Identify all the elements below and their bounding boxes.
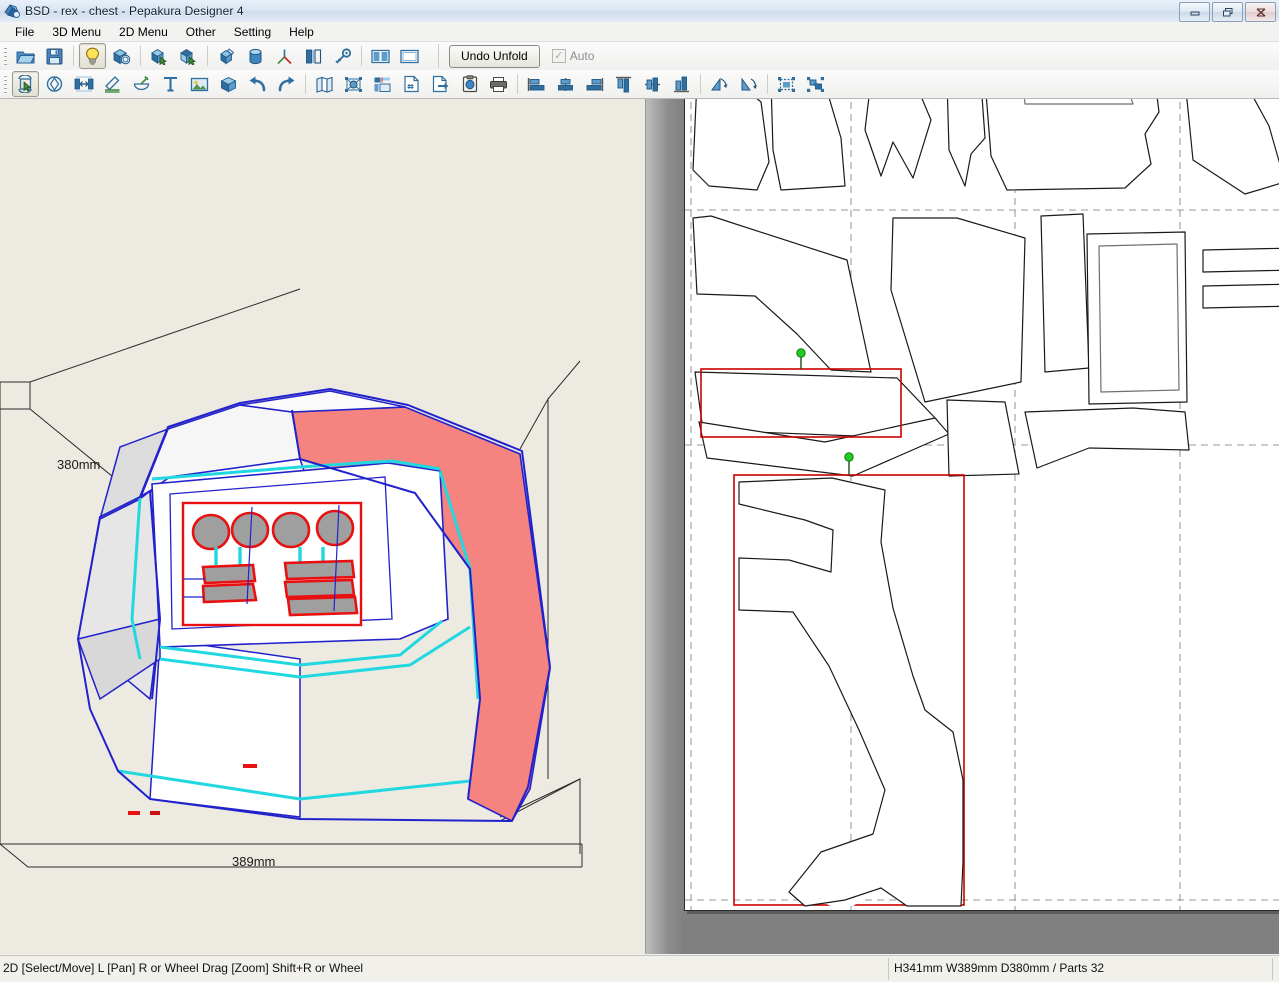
toolbar-separator — [207, 46, 208, 66]
dimension-label-width: 389mm — [232, 854, 276, 869]
join-disjoin-icon[interactable] — [70, 71, 97, 97]
toolbar-separator — [305, 74, 306, 94]
undo-icon[interactable] — [244, 71, 271, 97]
window-controls — [1179, 2, 1276, 22]
cylinder-icon[interactable] — [242, 43, 269, 69]
redo-icon[interactable] — [273, 71, 300, 97]
minimize-button[interactable] — [1179, 2, 1210, 22]
single-view-icon[interactable] — [396, 43, 423, 69]
toolbar-separator — [700, 74, 701, 94]
toolbar-grip-icon[interactable] — [2, 73, 9, 95]
menu-help[interactable]: Help — [280, 23, 323, 41]
align-right-icon[interactable] — [581, 71, 608, 97]
toolbar-separator — [517, 74, 518, 94]
pepakura-app-icon — [4, 3, 20, 19]
status-divider — [1272, 958, 1273, 980]
toolbar-separator — [140, 46, 141, 66]
text-tool-icon[interactable] — [157, 71, 184, 97]
textured-cube-icon[interactable] — [108, 43, 135, 69]
menu-bar: File 3D Menu 2D Menu Other Setting Help — [0, 22, 1279, 42]
application-window: BSD - rex - chest - Pepakura Designer 4 … — [0, 0, 1279, 982]
unfold-pattern-canvas — [685, 99, 1279, 910]
axis-icon[interactable] — [271, 43, 298, 69]
status-hint-text: 2D [Select/Move] L [Pan] R or Wheel Drag… — [3, 961, 364, 975]
toolbar-primary: Undo Unfold ✓ Auto — [0, 42, 1279, 71]
align-left-icon[interactable] — [523, 71, 550, 97]
toolbar-separator — [361, 46, 362, 66]
lightbulb-icon[interactable] — [79, 43, 106, 69]
toolbar-separator — [767, 74, 768, 94]
undo-unfold-button[interactable]: Undo Unfold — [449, 44, 540, 68]
page-number-icon[interactable] — [398, 71, 425, 97]
status-model-info: H341mm W389mm D380mm / Parts 32 — [894, 961, 1105, 975]
menu-file[interactable]: File — [6, 23, 43, 41]
layout-parts-icon[interactable] — [369, 71, 396, 97]
window-title: BSD - rex - chest - Pepakura Designer 4 — [25, 4, 244, 18]
pattern-part-large — [738, 477, 964, 907]
flip-horizontal-icon[interactable] — [706, 71, 733, 97]
3d-model-canvas — [0, 288, 583, 868]
auto-label: Auto — [569, 49, 595, 63]
export-page-icon[interactable] — [427, 71, 454, 97]
clipboard-icon[interactable] — [456, 71, 483, 97]
maximize-restore-button[interactable] — [1212, 2, 1243, 22]
pin-marker-upper — [796, 348, 806, 369]
edit-flap-icon[interactable] — [99, 71, 126, 97]
close-button[interactable] — [1245, 2, 1276, 22]
toolbar-grip-icon[interactable] — [2, 45, 9, 67]
viewport-gutter — [646, 99, 684, 954]
auto-unfold-toggle[interactable]: ✓ Auto — [551, 49, 595, 63]
pattern-part — [692, 99, 1279, 195]
menu-other[interactable]: Other — [177, 23, 225, 41]
menu-setting[interactable]: Setting — [225, 23, 280, 41]
auto-checkbox-icon[interactable]: ✓ — [551, 49, 566, 63]
toolbar-secondary — [0, 70, 1279, 99]
toolbar-separator — [73, 46, 74, 66]
mirror-panel-icon[interactable] — [300, 43, 327, 69]
dimension-label-height: 380mm — [57, 457, 101, 472]
key-lock-icon[interactable] — [329, 43, 356, 69]
image-tool-icon[interactable] — [186, 71, 213, 97]
2d-unfold-viewport[interactable] — [646, 99, 1279, 954]
status-divider — [888, 958, 889, 980]
detail-shapes-group — [181, 501, 363, 627]
align-top-icon[interactable] — [610, 71, 637, 97]
rotate-part-icon[interactable] — [41, 71, 68, 97]
align-center-icon[interactable] — [552, 71, 579, 97]
paint-cube-icon[interactable] — [213, 43, 240, 69]
paper-sheet[interactable] — [684, 99, 1279, 911]
flip-vertical-icon[interactable] — [735, 71, 762, 97]
save-disk-icon[interactable] — [41, 43, 68, 69]
cube-select-edge-icon[interactable] — [175, 43, 202, 69]
align-bottom-icon[interactable] — [668, 71, 695, 97]
unfold-controls: Undo Unfold ✓ Auto — [438, 44, 594, 68]
status-bar: 2D [Select/Move] L [Pan] R or Wheel Drag… — [0, 955, 1279, 982]
unfold-map-icon[interactable] — [311, 71, 338, 97]
scale-selection-icon[interactable] — [340, 71, 367, 97]
print-icon[interactable] — [485, 71, 512, 97]
3d-model-viewport[interactable]: 380mm 389mm — [0, 99, 646, 954]
align-middle-icon[interactable] — [639, 71, 666, 97]
ungroup-parts-icon[interactable] — [802, 71, 829, 97]
open-folder-icon[interactable] — [12, 43, 39, 69]
cube-3d-icon[interactable] — [215, 71, 242, 97]
group-parts-icon[interactable] — [773, 71, 800, 97]
menu-3d[interactable]: 3D Menu — [43, 23, 110, 41]
cube-select-face-icon[interactable] — [146, 43, 173, 69]
title-bar: BSD - rex - chest - Pepakura Designer 4 — [0, 0, 1279, 23]
erase-flap-icon[interactable] — [128, 71, 155, 97]
split-view-icon[interactable] — [367, 43, 394, 69]
select-move-icon[interactable] — [12, 71, 39, 97]
menu-2d[interactable]: 2D Menu — [110, 23, 177, 41]
